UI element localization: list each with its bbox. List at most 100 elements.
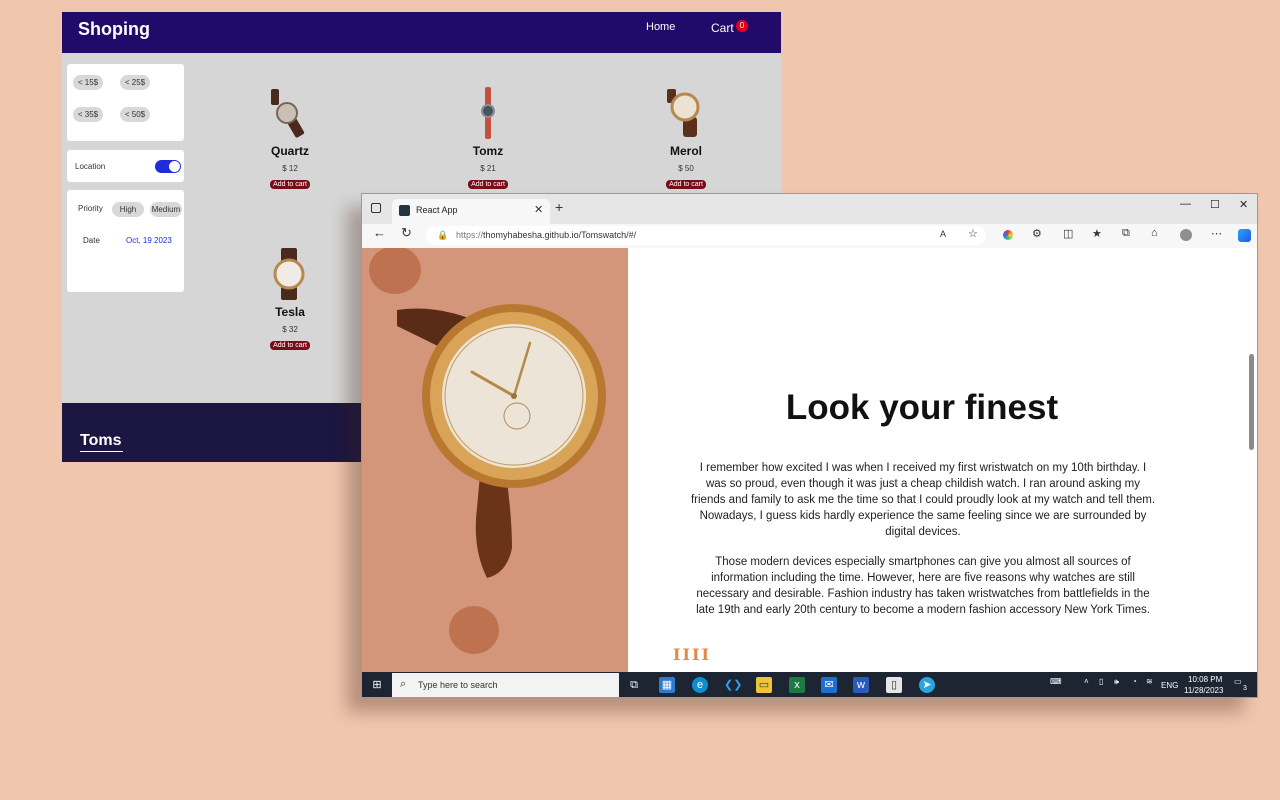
store-icon[interactable]: ▦ <box>659 677 675 693</box>
show-hidden-icons-icon[interactable]: ˄ <box>1084 677 1089 686</box>
date-label: Date <box>83 236 100 245</box>
product-price: $ 50 <box>678 164 694 173</box>
price-filter-panel: < 15$ < 25$ < 35$ < 50$ <box>67 64 184 141</box>
url-text: thomyhabesha.github.io/Tomswatch/#/ <box>483 230 637 240</box>
product-image[interactable] <box>463 87 513 139</box>
add-to-cart-button[interactable]: Add to cart <box>270 341 310 350</box>
favorite-star-icon[interactable]: ☆ <box>968 227 978 240</box>
tab-title: React App <box>416 205 458 215</box>
tab-actions-icon[interactable] <box>371 203 381 213</box>
split-screen-icon[interactable]: ◫ <box>1063 227 1073 240</box>
new-tab-icon[interactable]: + <box>555 199 563 215</box>
product-name: Tomz <box>472 144 504 158</box>
task-view-icon[interactable]: ⧉ <box>626 677 642 693</box>
page-heading: Look your finest <box>785 388 1059 427</box>
add-to-cart-button[interactable]: Add to cart <box>270 180 310 189</box>
location-toggle[interactable] <box>155 160 181 173</box>
product-name: Quartz <box>270 144 309 158</box>
excel-icon[interactable]: x <box>789 677 805 693</box>
windows-start-icon[interactable]: ⊞ <box>369 677 385 693</box>
telegram-icon[interactable]: ➤ <box>919 677 935 693</box>
add-to-cart-button[interactable]: Add to cart <box>666 180 706 189</box>
favorites-icon[interactable]: ★ <box>1092 227 1102 240</box>
file-explorer-icon[interactable]: ▭ <box>756 677 772 693</box>
refresh-icon[interactable]: ↻ <box>401 225 412 241</box>
browser-titlebar: React App ✕ + — ☐ ✕ <box>362 194 1257 224</box>
extension-icon[interactable]: ⚙ <box>1032 227 1042 240</box>
close-window-icon[interactable]: ✕ <box>1239 198 1248 211</box>
hero-image-panel <box>362 248 628 672</box>
back-arrow-icon[interactable]: ← <box>373 225 386 240</box>
url-prefix: https:// <box>456 230 484 240</box>
clock-date[interactable]: 11/28/2023 <box>1184 686 1223 695</box>
volume-icon[interactable]: 🕪 <box>1114 677 1119 687</box>
vscode-icon[interactable]: ❮❯ <box>724 677 742 693</box>
priority-high[interactable]: High <box>112 202 144 217</box>
product-card: Tomz $ 21 Add to cart <box>428 87 548 191</box>
filter-under-50[interactable]: < 50$ <box>120 107 150 122</box>
intro-paragraph-1: I remember how excited I was when I rece… <box>690 462 1156 538</box>
collections-icon[interactable]: ⧉ <box>1122 227 1130 240</box>
more-options-icon[interactable]: ⋯ <box>1211 227 1222 240</box>
filter-under-15[interactable]: < 15$ <box>73 75 103 90</box>
word-icon[interactable]: w <box>853 677 869 693</box>
mail-icon[interactable]: ✉ <box>821 677 837 693</box>
cart-count-badge: 0 <box>736 20 748 32</box>
notification-count: 3 <box>1243 685 1247 692</box>
notifications-icon[interactable]: ▭ <box>1234 677 1242 686</box>
location-panel: Location <box>67 150 184 182</box>
battery-icon[interactable]: ▯ <box>1099 677 1103 686</box>
taskbar-search-placeholder: Type here to search <box>418 680 498 690</box>
clock-time[interactable]: 10:08 PM <box>1188 675 1222 684</box>
filter-under-25[interactable]: < 25$ <box>120 75 150 90</box>
wifi-icon[interactable]: ≋ <box>1146 677 1153 686</box>
product-image[interactable] <box>661 87 711 139</box>
product-card: Quartz $ 12 Add to cart <box>230 87 350 191</box>
hero-watch-image <box>397 304 606 578</box>
product-image[interactable] <box>265 248 315 300</box>
browser-tab[interactable]: React App ✕ <box>392 199 550 224</box>
lock-icon[interactable]: 🔒 <box>437 230 448 241</box>
address-toolbar: ← ↻ 🔒 https://thomyhabesha.github.io/Tom… <box>362 224 1257 249</box>
react-app-favicon-icon <box>399 205 410 216</box>
read-aloud-icon[interactable]: A <box>940 229 946 239</box>
product-name: Merol <box>669 144 702 158</box>
page-scrollbar[interactable] <box>1249 248 1257 672</box>
scrollbar-thumb[interactable] <box>1249 354 1254 450</box>
color-extension-icon[interactable] <box>1003 230 1013 240</box>
close-tab-icon[interactable]: ✕ <box>534 203 543 216</box>
date-value[interactable]: Oct, 19 2023 <box>126 236 172 245</box>
product-price: $ 21 <box>480 164 496 173</box>
web-page: Look your finest I remember how excited … <box>362 248 1257 672</box>
profile-avatar[interactable] <box>1180 229 1192 241</box>
footer-logo-icon: ⅠⅠⅠⅠ <box>673 645 711 664</box>
product-name: Tesla <box>275 305 305 319</box>
location-label: Location <box>75 162 106 171</box>
vpn-icon[interactable]: ⌂ <box>1151 227 1158 239</box>
edge-icon[interactable]: e <box>692 677 708 693</box>
browser-window: React App ✕ + — ☐ ✕ ← ↻ 🔒 https://thomyh… <box>361 193 1258 698</box>
address-url: https://thomyhabesha.github.io/Tomswatch… <box>456 230 636 240</box>
priority-label: Priority <box>78 204 103 213</box>
network-icon[interactable]: ◔ <box>1132 677 1137 686</box>
shop-navbar: Shoping Home Cart 0 <box>62 12 781 53</box>
keyboard-icon[interactable]: ⌨ <box>1050 677 1062 686</box>
taskbar-search-box[interactable]: ⌕ Type here to search <box>392 673 619 697</box>
shop-brand[interactable]: Shoping <box>78 19 150 40</box>
priority-date-panel: Priority High Medium Date Oct, 19 2023 <box>67 190 184 292</box>
nav-cart-link[interactable]: Cart <box>711 21 734 35</box>
maximize-icon[interactable]: ☐ <box>1210 198 1220 211</box>
product-card: Merol $ 50 Add to cart <box>626 87 746 191</box>
address-bar[interactable]: 🔒 https://thomyhabesha.github.io/Tomswat… <box>426 226 986 245</box>
add-to-cart-button[interactable]: Add to cart <box>468 180 508 189</box>
copilot-icon[interactable] <box>1238 229 1251 242</box>
language-indicator[interactable]: ENG <box>1161 681 1178 690</box>
product-image[interactable] <box>265 87 315 139</box>
filter-under-35[interactable]: < 35$ <box>73 107 103 122</box>
minimize-icon[interactable]: — <box>1180 198 1191 210</box>
nav-home-link[interactable]: Home <box>646 21 675 33</box>
footer-brand[interactable]: Toms <box>80 432 124 452</box>
document-icon[interactable]: ▯ <box>886 677 902 693</box>
priority-medium[interactable]: Medium <box>150 202 182 217</box>
intro-paragraph-2: Those modern devices especially smartpho… <box>696 556 1150 616</box>
